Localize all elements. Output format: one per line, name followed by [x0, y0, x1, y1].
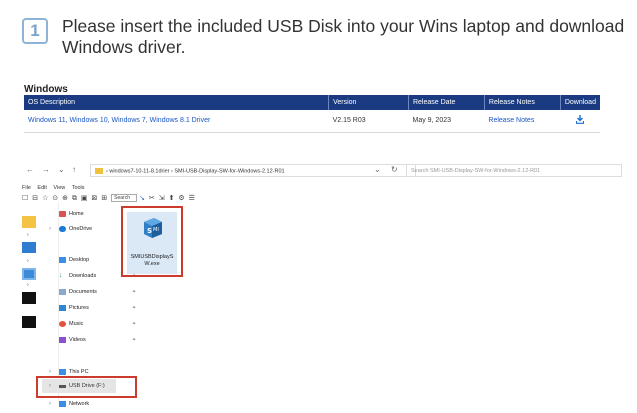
nav-item-videos[interactable]: Videos ✦	[44, 334, 144, 346]
delete-icon[interactable]: ⊠	[91, 194, 97, 202]
column-header-version: Version	[328, 95, 409, 110]
home-icon	[59, 211, 66, 217]
download-icon[interactable]	[576, 115, 585, 125]
pin-icon: ✦	[132, 337, 137, 343]
refresh-icon[interactable]: ↻	[391, 165, 398, 174]
menu-file[interactable]: File	[22, 185, 31, 191]
nav-item-music[interactable]: Music ✦	[44, 318, 144, 330]
nav-item-network[interactable]: › Network	[44, 398, 144, 410]
downloads-table: OS Description Version Release Date Rele…	[24, 95, 600, 133]
downloads-section-title: Windows	[24, 84, 68, 95]
nav-item-documents[interactable]: Documents ✦	[44, 286, 144, 298]
file-explorer-window: ← → ⌄ ↑ › windows7-10-11-8.1drier › SMI-…	[22, 160, 622, 413]
computer-icon	[59, 369, 66, 375]
folder-icon	[95, 168, 103, 174]
gear-icon[interactable]: ⚙	[178, 194, 184, 202]
up-arrow-icon[interactable]: ↑	[72, 165, 76, 174]
address-bar-row: ← → ⌄ ↑ › windows7-10-11-8.1drier › SMI-…	[22, 162, 622, 178]
chevron-right-icon: ›	[49, 401, 51, 407]
display-icon[interactable]	[22, 292, 36, 304]
history-icon[interactable]: ⊙	[52, 194, 58, 202]
network-icon[interactable]	[22, 268, 36, 280]
drive-icon[interactable]	[22, 316, 36, 328]
favorite-icon[interactable]: ☆	[42, 194, 48, 202]
toolbar: ☐ ⊟ ☆ ⊙ ⊕ ⧉ ▣ ⊠ ⊞ Search ↘ ✂ ⇲ ⬆ ⚙ ☰	[22, 194, 197, 204]
grid-icon[interactable]: ⊞	[101, 194, 107, 202]
video-icon	[59, 337, 66, 343]
step-text: Please insert the included USB Disk into…	[62, 16, 625, 57]
up-icon[interactable]: ⬆	[169, 194, 175, 202]
settings-icon[interactable]: ⊕	[62, 194, 68, 202]
column-header-download: Download	[564, 99, 596, 106]
list-icon[interactable]: ☰	[189, 194, 195, 202]
pin-icon: ✦	[132, 289, 137, 295]
table-row: Windows 11, Windows 10, Windows 7, Windo…	[24, 110, 600, 133]
properties-icon[interactable]: ▣	[81, 194, 88, 202]
share-icon[interactable]: ⇲	[159, 194, 165, 202]
download-cell	[560, 110, 600, 133]
column-header-os: OS Description	[24, 95, 330, 110]
menu-tools[interactable]: Tools	[72, 185, 85, 191]
dropdown-chevron-icon[interactable]: ⌄	[374, 165, 381, 174]
music-icon	[59, 321, 66, 327]
table-header-row: OS Description Version Release Date Rele…	[24, 95, 600, 110]
address-path: › windows7-10-11-8.1drier › SMI-USB-Disp…	[106, 168, 285, 175]
chevron-icon: ›	[27, 258, 29, 264]
open-icon[interactable]: ↘	[139, 194, 145, 202]
document-icon	[59, 289, 66, 295]
panel-icon[interactable]: ☐	[22, 194, 28, 202]
chevron-right-icon: ›	[49, 226, 51, 232]
cloud-icon	[59, 226, 66, 232]
step-instruction: 1 Please insert the included USB Disk in…	[22, 14, 624, 64]
forward-arrow-icon[interactable]: →	[42, 165, 50, 174]
chevron-icon: ›	[27, 232, 29, 238]
release-date-cell: May 9, 2023	[408, 110, 485, 133]
nav-item-pictures[interactable]: Pictures ✦	[44, 302, 144, 314]
copy-icon[interactable]: ⧉	[72, 195, 77, 203]
file-highlight-box	[121, 206, 183, 277]
toolbar-search-button[interactable]: Search	[111, 194, 138, 203]
cut-icon[interactable]: ✂	[149, 194, 155, 202]
pin-icon: ✦	[132, 305, 137, 311]
pin-icon: ✦	[132, 321, 137, 327]
os-description-link[interactable]: Windows 11, Windows 10, Windows 7, Windo…	[24, 110, 329, 133]
step-number-badge: 1	[22, 18, 48, 44]
release-notes-link[interactable]: Release Notes	[484, 110, 561, 133]
picture-icon	[59, 305, 66, 311]
column-header-notes: Release Notes	[484, 95, 561, 110]
chevron-icon: ›	[27, 282, 29, 288]
folder-icon[interactable]	[22, 216, 36, 228]
search-input[interactable]: Search SMI-USB-Display-SW-for-Windows-2.…	[406, 164, 622, 177]
menu-bar: File Edit View Tools	[22, 185, 90, 191]
menu-edit[interactable]: Edit	[37, 185, 46, 191]
network-icon	[59, 401, 66, 407]
address-input[interactable]: › windows7-10-11-8.1drier › SMI-USB-Disp…	[90, 164, 416, 177]
download-arrow-icon: ↓	[59, 272, 63, 279]
recent-chevron-icon[interactable]: ⌄	[58, 165, 65, 174]
layout-icon[interactable]: ⊟	[32, 194, 38, 202]
monitor-icon[interactable]	[22, 242, 36, 253]
usb-drive-highlight-box	[36, 376, 137, 398]
menu-view[interactable]: View	[53, 185, 65, 191]
version-cell: V2.15 R03	[328, 110, 409, 133]
desktop-icon	[59, 257, 66, 263]
column-header-date: Release Date	[408, 95, 485, 110]
back-arrow-icon[interactable]: ←	[26, 165, 34, 174]
